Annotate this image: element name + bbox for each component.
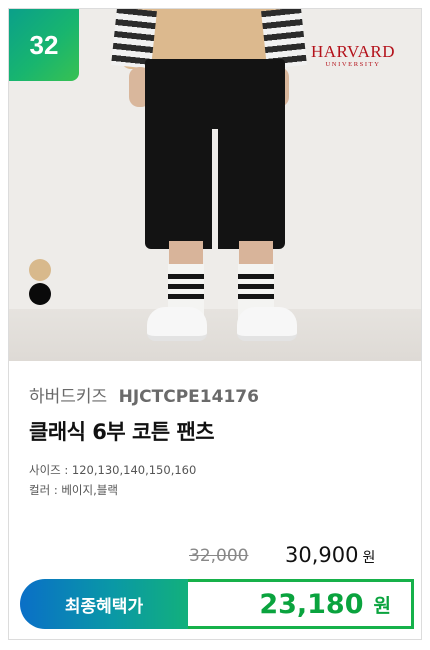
benefit-amount: 23,180 bbox=[259, 588, 364, 620]
color-chip-beige[interactable] bbox=[29, 259, 51, 281]
product-name[interactable]: 클래식 6부 코튼 팬츠 bbox=[29, 416, 215, 446]
color-chip-black[interactable] bbox=[29, 283, 51, 305]
pants-split bbox=[212, 129, 218, 251]
model-shoe-left bbox=[147, 307, 207, 341]
brand-line: 하버드키즈 HJCTCPE14176 bbox=[29, 382, 259, 407]
benefit-label: 최종혜택가 bbox=[20, 579, 188, 629]
current-price-amount: 30,900 bbox=[285, 543, 359, 567]
current-price-unit: 원 bbox=[362, 550, 376, 566]
product-card[interactable]: 32 HARVARD UNIVERSITY 하버드키즈 HJCTCPE14176… bbox=[8, 8, 422, 640]
size-info: 사이즈 : 120,130,140,150,160 bbox=[29, 463, 197, 477]
brand-logo-main: HARVARD bbox=[310, 42, 395, 61]
original-price: 32,000 bbox=[189, 546, 249, 566]
model-shoe-right bbox=[237, 307, 297, 341]
brand-logo-sub: UNIVERSITY bbox=[325, 61, 381, 68]
current-price: 30,900 원 bbox=[285, 543, 375, 567]
benefit-unit: 원 bbox=[373, 594, 391, 617]
product-code: HJCTCPE14176 bbox=[118, 387, 259, 407]
brand-name: 하버드키즈 bbox=[29, 387, 108, 407]
product-photo[interactable]: 32 HARVARD UNIVERSITY bbox=[9, 9, 421, 361]
rank-badge: 32 bbox=[9, 9, 79, 81]
final-benefit-price: 최종혜택가 23,180 원 bbox=[20, 579, 414, 629]
benefit-value: 23,180 원 bbox=[188, 579, 414, 629]
photo-floor bbox=[9, 309, 421, 361]
brand-logo: HARVARD UNIVERSITY bbox=[301, 42, 405, 69]
color-info: 컬러 : 베이지,블랙 bbox=[29, 483, 118, 497]
